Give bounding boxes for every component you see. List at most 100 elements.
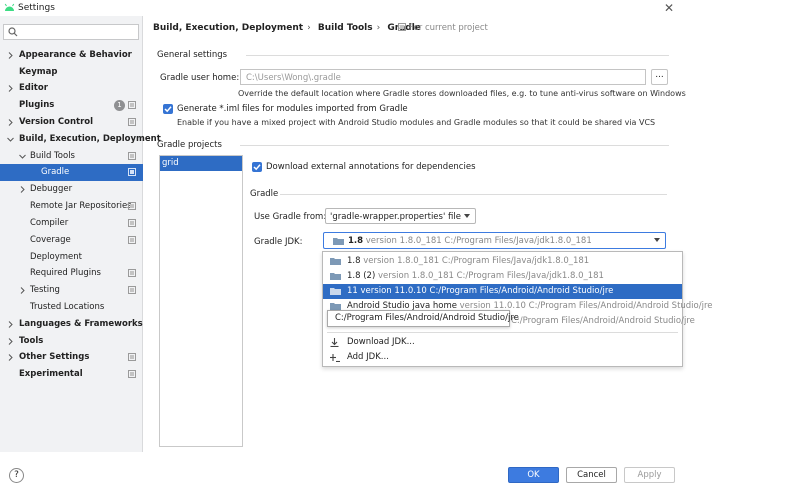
folder-icon [330,287,341,295]
sidebar-item-compiler[interactable]: Compiler [0,215,143,232]
chevron-right-icon[interactable] [8,338,13,345]
add-icon [330,353,340,362]
jdk-name: 1.8 [348,236,364,246]
sidebar-item-remote-jar-repositories[interactable]: Remote Jar Repositories [0,198,143,215]
chevron-right-icon[interactable] [8,52,13,59]
sidebar-item-build-execution-deployment[interactable]: Build, Execution, Deployment [0,131,161,148]
sidebar-item-required-plugins[interactable]: Required Plugins [0,265,143,282]
sidebar-item-keymap[interactable]: Keymap [0,64,143,81]
gradle-projects-list[interactable]: grid [159,155,243,447]
download-jdk-action[interactable]: Download JDK... [323,335,682,350]
cancel-button[interactable]: Cancel [566,467,617,483]
sidebar-item-label: Plugins [19,100,55,110]
for-current-project: For current project [398,23,488,33]
sidebar-item-appearance-behavior[interactable]: Appearance & Behavior [0,47,143,64]
jdk-version: version 1.8.0_181 C:/Program Files/Java/… [377,271,604,281]
project-scope-icon [128,168,136,176]
sidebar-item-plugins[interactable]: Plugins 1 [0,97,143,114]
sidebar-item-debugger[interactable]: Debugger [0,181,143,198]
checkmark-icon [164,106,172,113]
breadcrumb-item[interactable]: Build, Execution, Deployment [153,23,303,33]
sidebar-item-experimental[interactable]: Experimental [0,366,143,383]
chevron-down-icon[interactable] [7,137,14,142]
project-scope-icon [128,370,136,378]
project-scope-icon [128,269,136,277]
sidebar-item-coverage[interactable]: Coverage [0,232,143,249]
sidebar-item-version-control[interactable]: Version Control [0,114,143,131]
chevron-right-icon[interactable] [20,287,25,294]
breadcrumb-item[interactable]: Build Tools [318,23,373,33]
general-settings-title: General settings [157,50,228,60]
chevron-right-icon[interactable] [8,119,13,126]
close-icon[interactable]: ✕ [664,1,674,15]
sidebar-item-label: Compiler [30,218,69,228]
sidebar-item-label: Trusted Locations [30,302,105,312]
use-gradle-from-label: Use Gradle from: [254,212,327,222]
sidebar-item-editor[interactable]: Editor [0,80,143,97]
add-jdk-action[interactable]: Add JDK... [323,350,682,365]
gradle-projects-title: Gradle projects [157,140,222,150]
folder-icon [333,237,344,245]
project-scope-icon [128,236,136,244]
gradle-user-home-field[interactable]: C:\Users\Wong\.gradle [240,69,646,85]
sidebar-item-tools[interactable]: Tools [0,333,143,350]
sidebar-item-trusted-locations[interactable]: Trusted Locations [0,299,143,316]
generate-iml-label: Generate *.iml files for modules importe… [177,104,408,114]
sidebar: Appearance & Behavior Keymap Editor Plug… [0,16,161,452]
generate-iml-checkbox[interactable] [163,104,173,114]
chevron-down-icon[interactable] [19,154,26,159]
chevron-right-icon[interactable] [8,85,13,92]
sidebar-item-label: Coverage [30,235,71,245]
jdk-dropdown-popup: 1.8 version 1.8.0_181 C:/Program Files/J… [322,251,713,367]
jdk-version: version 1.8.0_181 C:/Program Files/Java/… [365,236,592,246]
project-scope-icon [128,353,136,361]
sidebar-item-testing[interactable]: Testing [0,282,143,299]
add-jdk-label: Add JDK... [347,352,389,362]
sidebar-item-build-tools[interactable]: Build Tools [0,148,143,165]
sidebar-item-other-settings[interactable]: Other Settings [0,349,143,366]
download-annotations-label: Download external annotations for depend… [266,162,476,172]
list-item[interactable]: grid [160,156,242,171]
sidebar-item-deployment[interactable]: Deployment [0,249,143,266]
download-annotations-checkbox[interactable] [252,162,262,172]
gradle-user-home-value: C:\Users\Wong\.gradle [246,73,341,83]
use-gradle-from-select[interactable]: 'gradle-wrapper.properties' file [325,208,476,224]
project-scope-icon [128,219,136,227]
sidebar-item-label: Version Control [19,117,94,127]
sidebar-item-label: Debugger [30,184,73,194]
sidebar-item-label: Editor [19,83,48,93]
chevron-right-icon[interactable] [20,186,25,193]
jdk-name: 1.8 [347,256,361,266]
ok-button[interactable]: OK [508,467,559,483]
use-gradle-from-value: 'gradle-wrapper.properties' file [330,212,461,222]
sidebar-item-languages-frameworks[interactable]: Languages & Frameworks [0,316,143,333]
sidebar-item-label: Required Plugins [30,268,101,278]
search-input[interactable] [3,24,139,40]
chevron-right-icon[interactable] [8,354,13,361]
folder-icon [330,272,341,280]
popup-divider [327,332,678,333]
sidebar-item-label: Deployment [30,252,82,262]
sidebar-item-gradle[interactable]: Gradle [0,164,143,181]
jdk-name: 1.8 (2) [347,271,376,281]
jdk-option[interactable]: 1.8 version 1.8.0_181 C:/Program Files/J… [323,254,682,269]
breadcrumb-separator: › [376,23,381,33]
for-current-project-label: For current project [409,23,488,33]
help-button[interactable]: ? [9,468,24,483]
project-scope-icon [398,23,406,31]
jdk-version: C:/Program Files/Android/Android Studio/… [511,316,695,326]
jdk-option-selected[interactable]: 11 version 11.0.10 C:/Program Files/Andr… [323,284,682,299]
sidebar-item-label: Build Tools [30,151,75,161]
apply-button[interactable]: Apply [624,467,675,483]
window-title: Settings [18,3,55,13]
generate-iml-hint: Enable if you have a mixed project with … [177,118,656,127]
sidebar-item-label: Keymap [19,67,58,77]
download-icon [330,338,339,347]
breadcrumb-separator: › [307,23,311,33]
section-divider [280,194,667,195]
chevron-right-icon[interactable] [8,321,13,328]
project-scope-icon [128,118,136,126]
jdk-option[interactable]: 1.8 (2) version 1.8.0_181 C:/Program Fil… [323,269,682,284]
browse-button[interactable]: ... [651,69,668,85]
gradle-jdk-select[interactable]: 1.8 version 1.8.0_181 C:/Program Files/J… [323,232,666,249]
